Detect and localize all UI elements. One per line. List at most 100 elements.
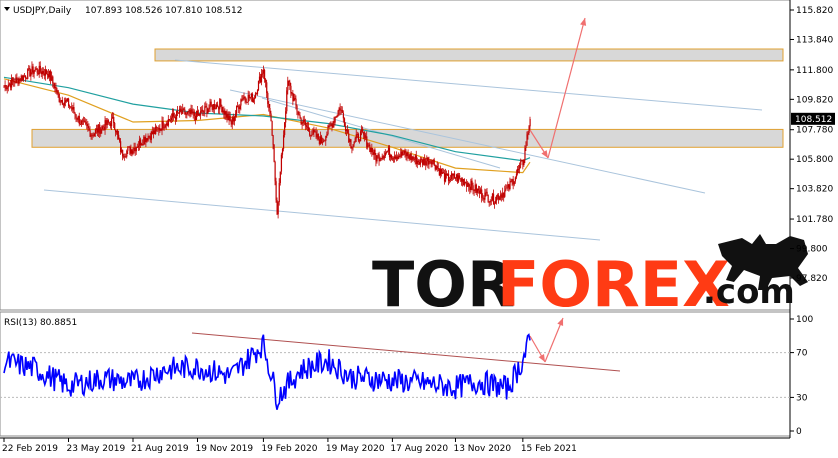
candle-body (230, 120, 232, 125)
candle-body (467, 182, 469, 187)
candle-body (438, 168, 440, 176)
candle-body (273, 144, 275, 162)
candle-body (85, 122, 87, 124)
candle-body (482, 197, 484, 199)
candle-body (492, 193, 495, 205)
candle-body (89, 130, 91, 137)
candle-body (180, 108, 182, 112)
candle-body (502, 192, 504, 198)
candle-body (84, 120, 86, 123)
candle-body (119, 139, 121, 142)
candle-body (501, 194, 503, 198)
candle-body (202, 109, 204, 112)
candle-body (248, 94, 250, 99)
candle-body (336, 115, 338, 118)
candle-body (309, 130, 311, 136)
candle-body (209, 101, 211, 108)
candle-body (225, 111, 227, 118)
candle-body (509, 181, 511, 190)
candle-body (211, 104, 213, 110)
candle-body (373, 149, 375, 155)
candle-body (407, 152, 409, 157)
candle-body (239, 105, 241, 110)
candle-body (476, 188, 479, 193)
candle-body (305, 125, 308, 127)
candle-body (474, 184, 476, 192)
candle-body (346, 129, 348, 131)
candle-body (314, 131, 316, 133)
candle-body (432, 159, 434, 162)
rsi-line (3, 333, 531, 410)
candle-body (145, 138, 147, 143)
candle-body (228, 115, 230, 121)
candle-body (54, 86, 56, 89)
candle-body (83, 120, 85, 122)
candle-body (229, 115, 231, 121)
candle-body (163, 127, 165, 129)
candle-body (459, 175, 461, 179)
candle-body (156, 126, 158, 129)
candle-body (29, 68, 31, 77)
candle-body (5, 85, 7, 90)
candle-body (375, 154, 377, 162)
candle-body (268, 103, 270, 108)
candle-body (475, 184, 477, 193)
candle-body (246, 101, 248, 103)
candle-body (33, 70, 35, 74)
candle-body (107, 120, 109, 123)
candle-body (395, 156, 397, 159)
candle-body (493, 203, 496, 205)
candle-body (39, 65, 41, 72)
candle-body (288, 80, 290, 82)
candle-body (284, 122, 286, 136)
candle-body (121, 149, 123, 152)
candle-body (366, 136, 368, 148)
candle-body (408, 156, 410, 159)
candle-body (38, 65, 40, 75)
candle-body (151, 131, 154, 135)
candle-body (183, 108, 185, 110)
candle-body (374, 149, 376, 155)
candle-body (194, 115, 197, 120)
candle-body (252, 99, 255, 103)
candle-body (425, 161, 427, 166)
candle-body (137, 145, 140, 148)
candle-body (189, 109, 191, 114)
candle-body (15, 77, 17, 84)
candle-body (299, 115, 301, 119)
candle-body (295, 98, 297, 106)
candle-body (179, 108, 181, 114)
candle-body (256, 90, 259, 95)
candle-body (525, 145, 527, 149)
candle-body (271, 121, 273, 136)
candle-body (122, 149, 124, 157)
date-tick-label: 19 Feb 2020 (261, 444, 317, 454)
candle-body (21, 75, 23, 81)
candle-body (443, 173, 446, 182)
price-tick-label: 109.820 (796, 95, 833, 105)
candle-body (439, 168, 442, 176)
candle-body (75, 114, 77, 118)
candle-body (529, 118, 531, 127)
candle-body (470, 180, 472, 190)
candle-body (506, 187, 508, 189)
watermark-forex: FOREX (497, 248, 730, 321)
candle-body (315, 131, 317, 138)
rsi-layer (0, 332, 790, 410)
candle-body (392, 158, 395, 160)
candle-body (304, 121, 307, 126)
candle-body (265, 79, 267, 83)
candle-body (440, 168, 443, 174)
candle-body (36, 68, 38, 73)
candle-body (508, 184, 510, 190)
candle-body (481, 189, 483, 198)
candle-body (449, 178, 452, 181)
candle-body (362, 128, 364, 132)
candle-body (227, 113, 229, 121)
candle-body (101, 126, 103, 130)
date-tick-label: 21 Aug 2019 (131, 444, 189, 454)
candle-body (205, 106, 207, 108)
candle-body (210, 101, 212, 105)
candle-body (316, 133, 318, 138)
candle-body (72, 107, 74, 110)
